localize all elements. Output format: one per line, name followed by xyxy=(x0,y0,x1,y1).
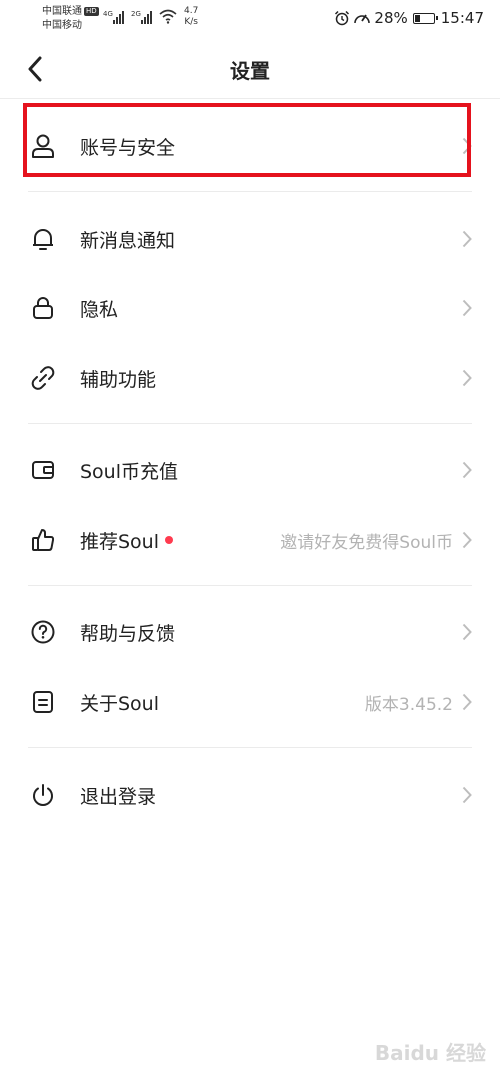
chevron-right-icon xyxy=(459,622,475,642)
chevron-right-icon xyxy=(459,229,475,249)
version-text: 版本3.45.2 xyxy=(364,694,453,715)
notification-dot xyxy=(165,536,174,544)
divider xyxy=(28,585,472,586)
settings-item-label: Soul币充值 xyxy=(80,460,179,483)
signal-icon xyxy=(113,11,127,24)
link-icon xyxy=(28,363,58,393)
user-icon xyxy=(28,131,58,161)
chevron-right-icon xyxy=(459,460,475,480)
settings-item-about[interactable]: 关于Soul 版本3.45.2 xyxy=(0,667,500,737)
net-speed: 4.7 K/s xyxy=(184,6,199,27)
settings-item-label: 辅助功能 xyxy=(80,368,157,391)
chevron-right-icon xyxy=(459,692,475,712)
status-bar: 中国联通 HD 中国移动 4G 2G 4.7 K/s 28% 15:47 xyxy=(0,0,500,38)
carrier-1: 中国联通 xyxy=(42,6,82,17)
network-type-2: 2G xyxy=(131,10,141,18)
chevron-right-icon xyxy=(459,530,475,550)
thumbs-up-icon xyxy=(28,525,58,555)
settings-item-recommend[interactable]: 推荐Soul 邀请好友免费得Soul币 xyxy=(0,505,500,575)
wallet-icon xyxy=(28,455,58,485)
power-icon xyxy=(28,780,58,810)
chevron-right-icon xyxy=(459,136,475,156)
settings-item-account-security[interactable]: 账号与安全 xyxy=(0,111,500,181)
hd-badge: HD xyxy=(84,7,99,16)
settings-item-label: 关于Soul xyxy=(80,692,160,715)
page-title: 设置 xyxy=(230,59,270,83)
network-type-1: 4G xyxy=(103,10,113,18)
wifi-icon xyxy=(159,9,177,28)
speedometer-icon xyxy=(354,14,371,24)
settings-item-label: 新消息通知 xyxy=(80,229,176,252)
settings-item-label: 推荐Soul xyxy=(80,527,174,554)
chevron-right-icon xyxy=(459,785,475,805)
settings-item-label: 账号与安全 xyxy=(80,136,176,159)
divider xyxy=(28,747,472,748)
lock-icon xyxy=(28,293,58,323)
watermark: Baidu 经验 xyxy=(374,1041,486,1065)
settings-item-notifications[interactable]: 新消息通知 xyxy=(0,204,500,274)
divider xyxy=(28,423,472,424)
signal-icon-2 xyxy=(141,11,155,24)
chevron-right-icon xyxy=(459,368,475,388)
settings-item-privacy[interactable]: 隐私 xyxy=(0,273,500,343)
bell-icon xyxy=(28,224,58,254)
question-icon xyxy=(28,617,58,647)
carrier-2: 中国移动 xyxy=(42,20,82,31)
app-header: 设置 xyxy=(0,40,500,99)
settings-item-help[interactable]: 帮助与反馈 xyxy=(0,597,500,667)
settings-item-label: 隐私 xyxy=(80,298,119,321)
settings-item-logout[interactable]: 退出登录 xyxy=(0,760,500,830)
clock: 15:47 xyxy=(440,9,484,27)
settings-item-recharge[interactable]: Soul币充值 xyxy=(0,435,500,505)
chevron-right-icon xyxy=(459,298,475,318)
carrier-info: 中国联通 HD 中国移动 xyxy=(42,5,99,33)
divider xyxy=(28,191,472,192)
battery-icon xyxy=(412,12,438,24)
settings-item-label: 帮助与反馈 xyxy=(80,622,176,645)
settings-item-accessibility[interactable]: 辅助功能 xyxy=(0,343,500,413)
status-right: 28% 15:47 xyxy=(334,9,484,27)
settings-item-value: 邀请好友免费得Soul币 xyxy=(280,532,453,553)
settings-item-label: 退出登录 xyxy=(80,785,157,808)
battery-percent: 28% xyxy=(374,9,408,27)
alarm-icon xyxy=(335,10,350,26)
document-icon xyxy=(28,687,58,717)
